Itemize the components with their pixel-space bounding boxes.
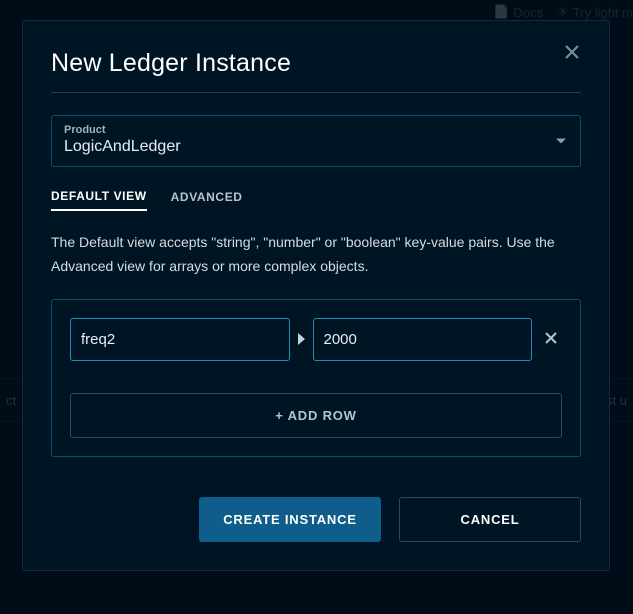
- arrow-right-icon: [298, 333, 305, 345]
- kv-editor: + ADD ROW: [51, 299, 581, 457]
- modal-header: New Ledger Instance: [51, 49, 581, 93]
- modal-footer: CREATE INSTANCE CANCEL: [51, 497, 581, 542]
- value-input[interactable]: [313, 318, 533, 361]
- add-row-button[interactable]: + ADD ROW: [70, 393, 562, 438]
- remove-row-button[interactable]: [540, 327, 562, 352]
- product-value: LogicAndLedger: [64, 138, 568, 156]
- view-tabs: DEFAULT VIEW ADVANCED: [51, 189, 581, 211]
- create-instance-button[interactable]: CREATE INSTANCE: [199, 497, 381, 542]
- key-input[interactable]: [70, 318, 290, 361]
- product-select[interactable]: Product LogicAndLedger: [51, 115, 581, 167]
- product-label: Product: [64, 124, 568, 136]
- close-icon: [563, 43, 581, 61]
- close-button[interactable]: [563, 43, 581, 64]
- cancel-button[interactable]: CANCEL: [399, 497, 581, 542]
- tab-default-view[interactable]: DEFAULT VIEW: [51, 189, 147, 211]
- chevron-down-icon: [556, 139, 566, 144]
- help-text: The Default view accepts "string", "numb…: [51, 231, 581, 279]
- close-icon: [544, 331, 558, 345]
- new-ledger-modal: New Ledger Instance Product LogicAndLedg…: [22, 20, 610, 571]
- modal-title: New Ledger Instance: [51, 49, 291, 78]
- kv-row: [70, 318, 562, 361]
- tab-advanced[interactable]: ADVANCED: [171, 189, 243, 211]
